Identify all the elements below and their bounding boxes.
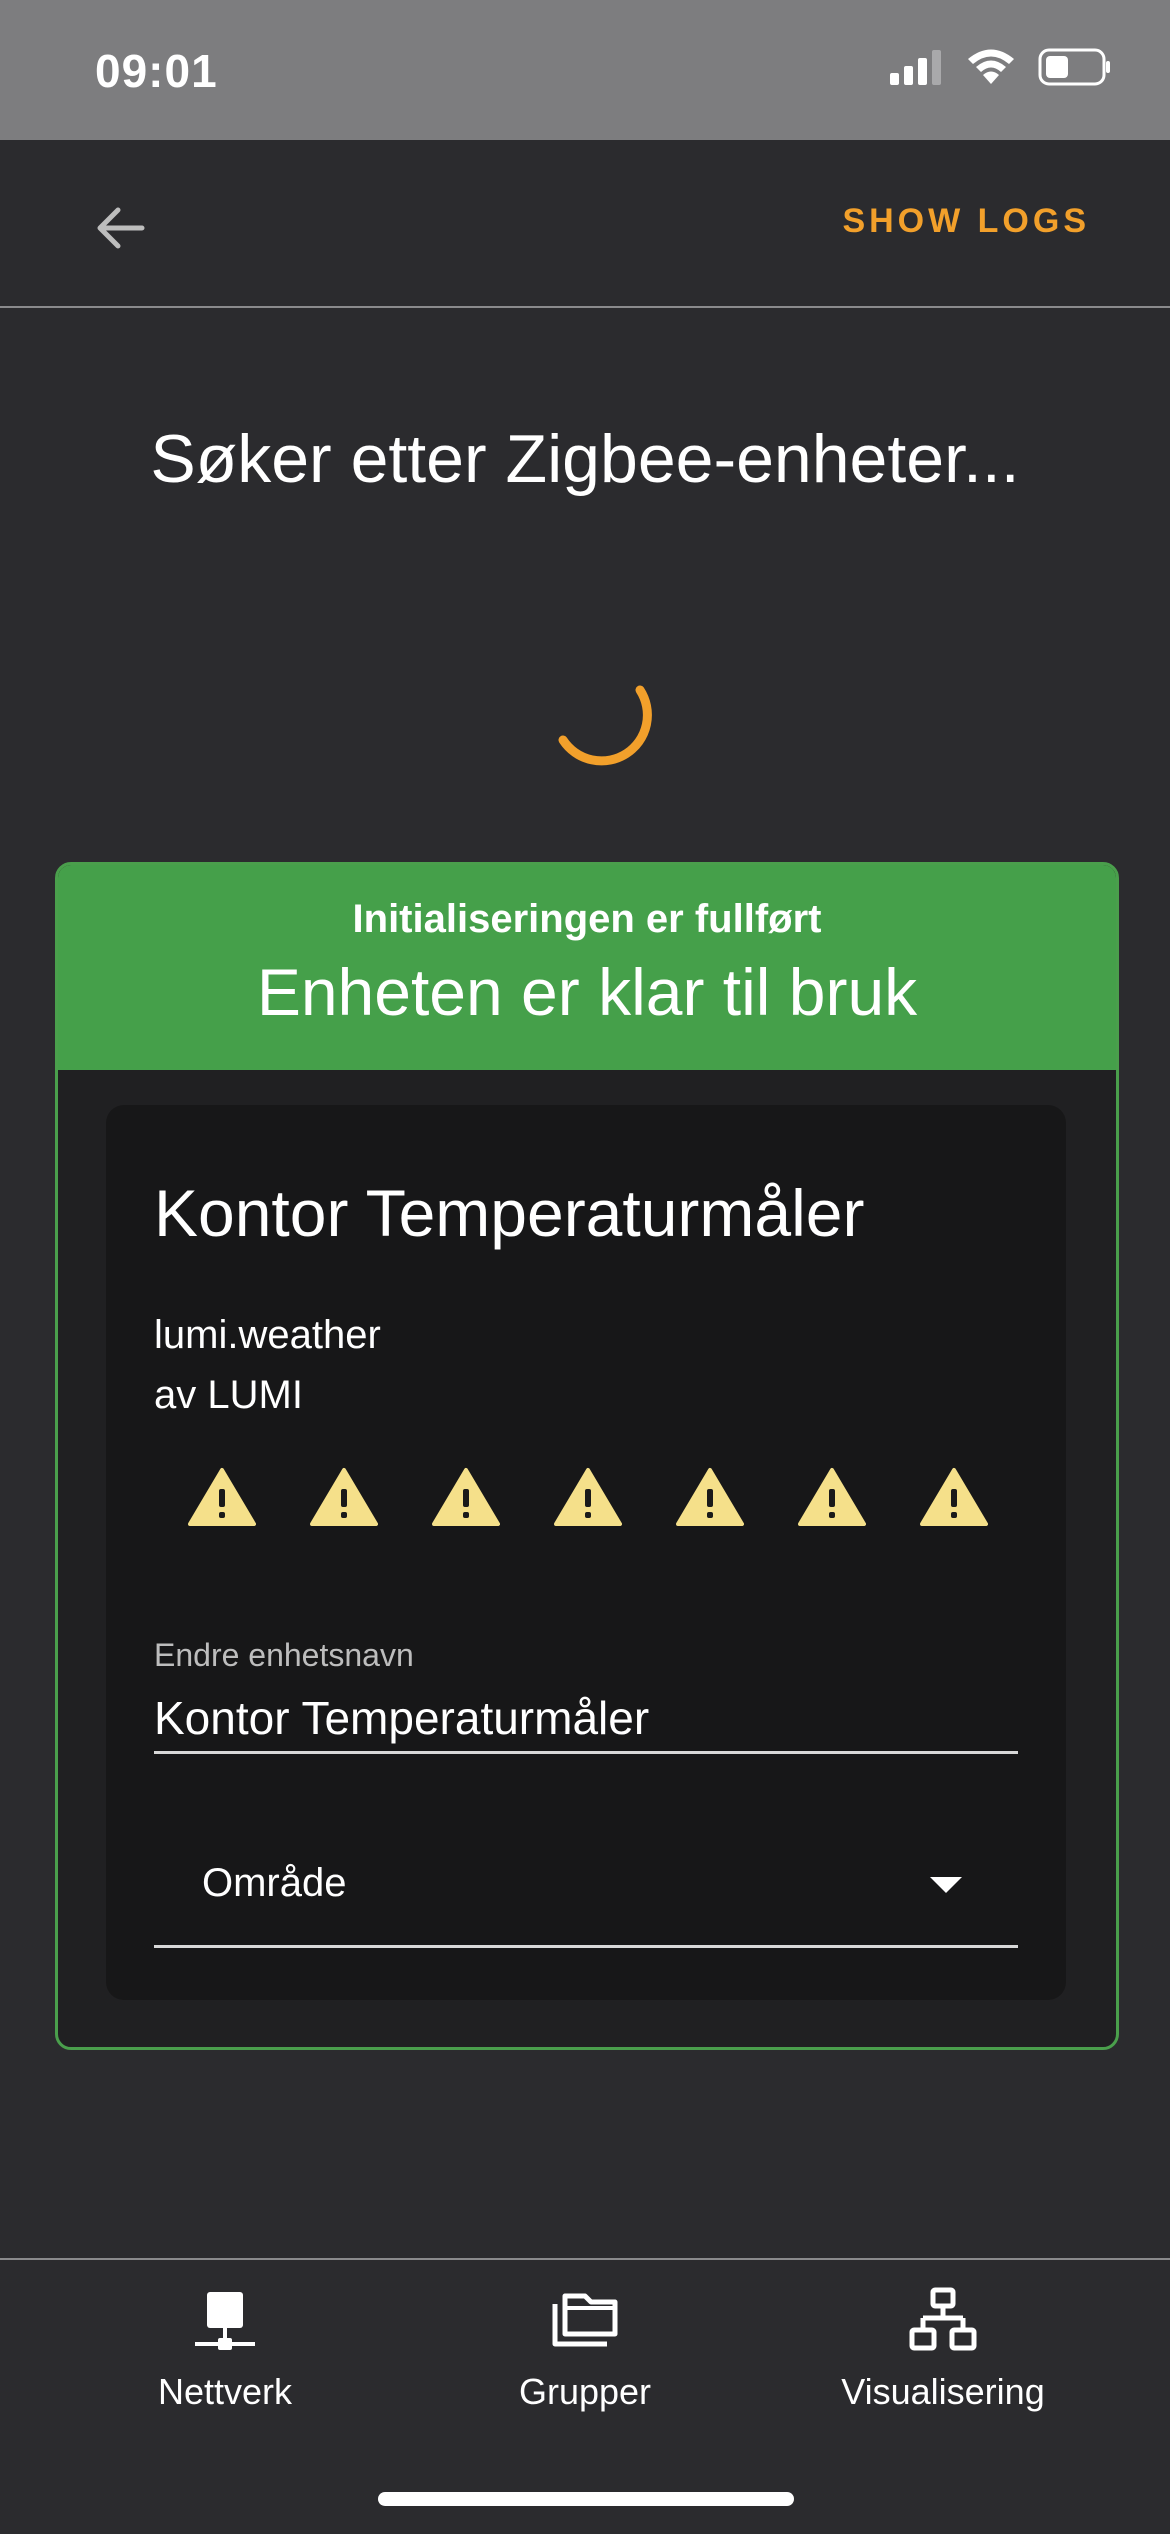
battery-icon — [1038, 48, 1110, 86]
warning-icon[interactable] — [188, 1467, 256, 1527]
result-status: Initialiseringen er fullført — [352, 897, 822, 941]
area-select[interactable]: Område — [154, 1817, 1018, 1948]
page-title: Søker etter Zigbee-enheter... — [150, 421, 1020, 497]
warning-icon[interactable] — [432, 1467, 500, 1527]
warning-icon[interactable] — [676, 1467, 744, 1527]
status-icons — [890, 48, 1112, 86]
warning-icon[interactable] — [920, 1467, 988, 1527]
visualization-icon — [909, 2287, 977, 2351]
nav-item-nettverk[interactable]: Nettverk — [60, 2286, 390, 2413]
wifi-icon — [968, 49, 1014, 84]
nav-item-visualisering[interactable]: Visualisering — [778, 2286, 1108, 2413]
nav-label: Grupper — [518, 2371, 652, 2412]
home-indicator[interactable] — [378, 2492, 794, 2506]
device-manufacturer: av LUMI — [154, 1373, 303, 1417]
rename-field-label: Endre enhetsnavn — [154, 1637, 414, 1673]
network-icon — [195, 2292, 255, 2350]
nav-label: Visualisering — [841, 2371, 1045, 2412]
result-header: Initialiseringen er fullført Enheten er … — [58, 865, 1116, 1070]
dropdown-arrow-icon — [930, 1877, 962, 1893]
warning-icon[interactable] — [310, 1467, 378, 1527]
nav-label: Nettverk — [157, 2371, 293, 2412]
device-name-input[interactable] — [154, 1685, 1018, 1754]
status-time: 09:01 — [95, 45, 218, 97]
groups-icon — [552, 2293, 618, 2347]
cellular-signal-icon — [890, 50, 941, 85]
app-bar: SHOW LOGS — [0, 140, 1170, 308]
result-card: Initialiseringen er fullført Enheten er … — [55, 862, 1119, 2050]
result-subtitle: Enheten er klar til bruk — [256, 955, 918, 1029]
show-logs-button[interactable]: SHOW LOGS — [842, 202, 1090, 241]
loading-spinner-icon — [558, 685, 652, 766]
back-arrow-icon — [97, 207, 145, 249]
device-card: Kontor Temperaturmåler lumi.weather av L… — [106, 1105, 1066, 2000]
device-model: lumi.weather — [154, 1313, 381, 1357]
warning-icon[interactable] — [798, 1467, 866, 1527]
warning-icons — [188, 1467, 988, 1527]
warning-icon[interactable] — [554, 1467, 622, 1527]
area-select-label: Område — [202, 1861, 347, 1905]
nav-item-grupper[interactable]: Grupper — [420, 2286, 750, 2413]
device-name: Kontor Temperaturmåler — [154, 1176, 865, 1250]
back-button[interactable] — [80, 188, 160, 268]
status-bar: 09:01 — [0, 0, 1170, 140]
